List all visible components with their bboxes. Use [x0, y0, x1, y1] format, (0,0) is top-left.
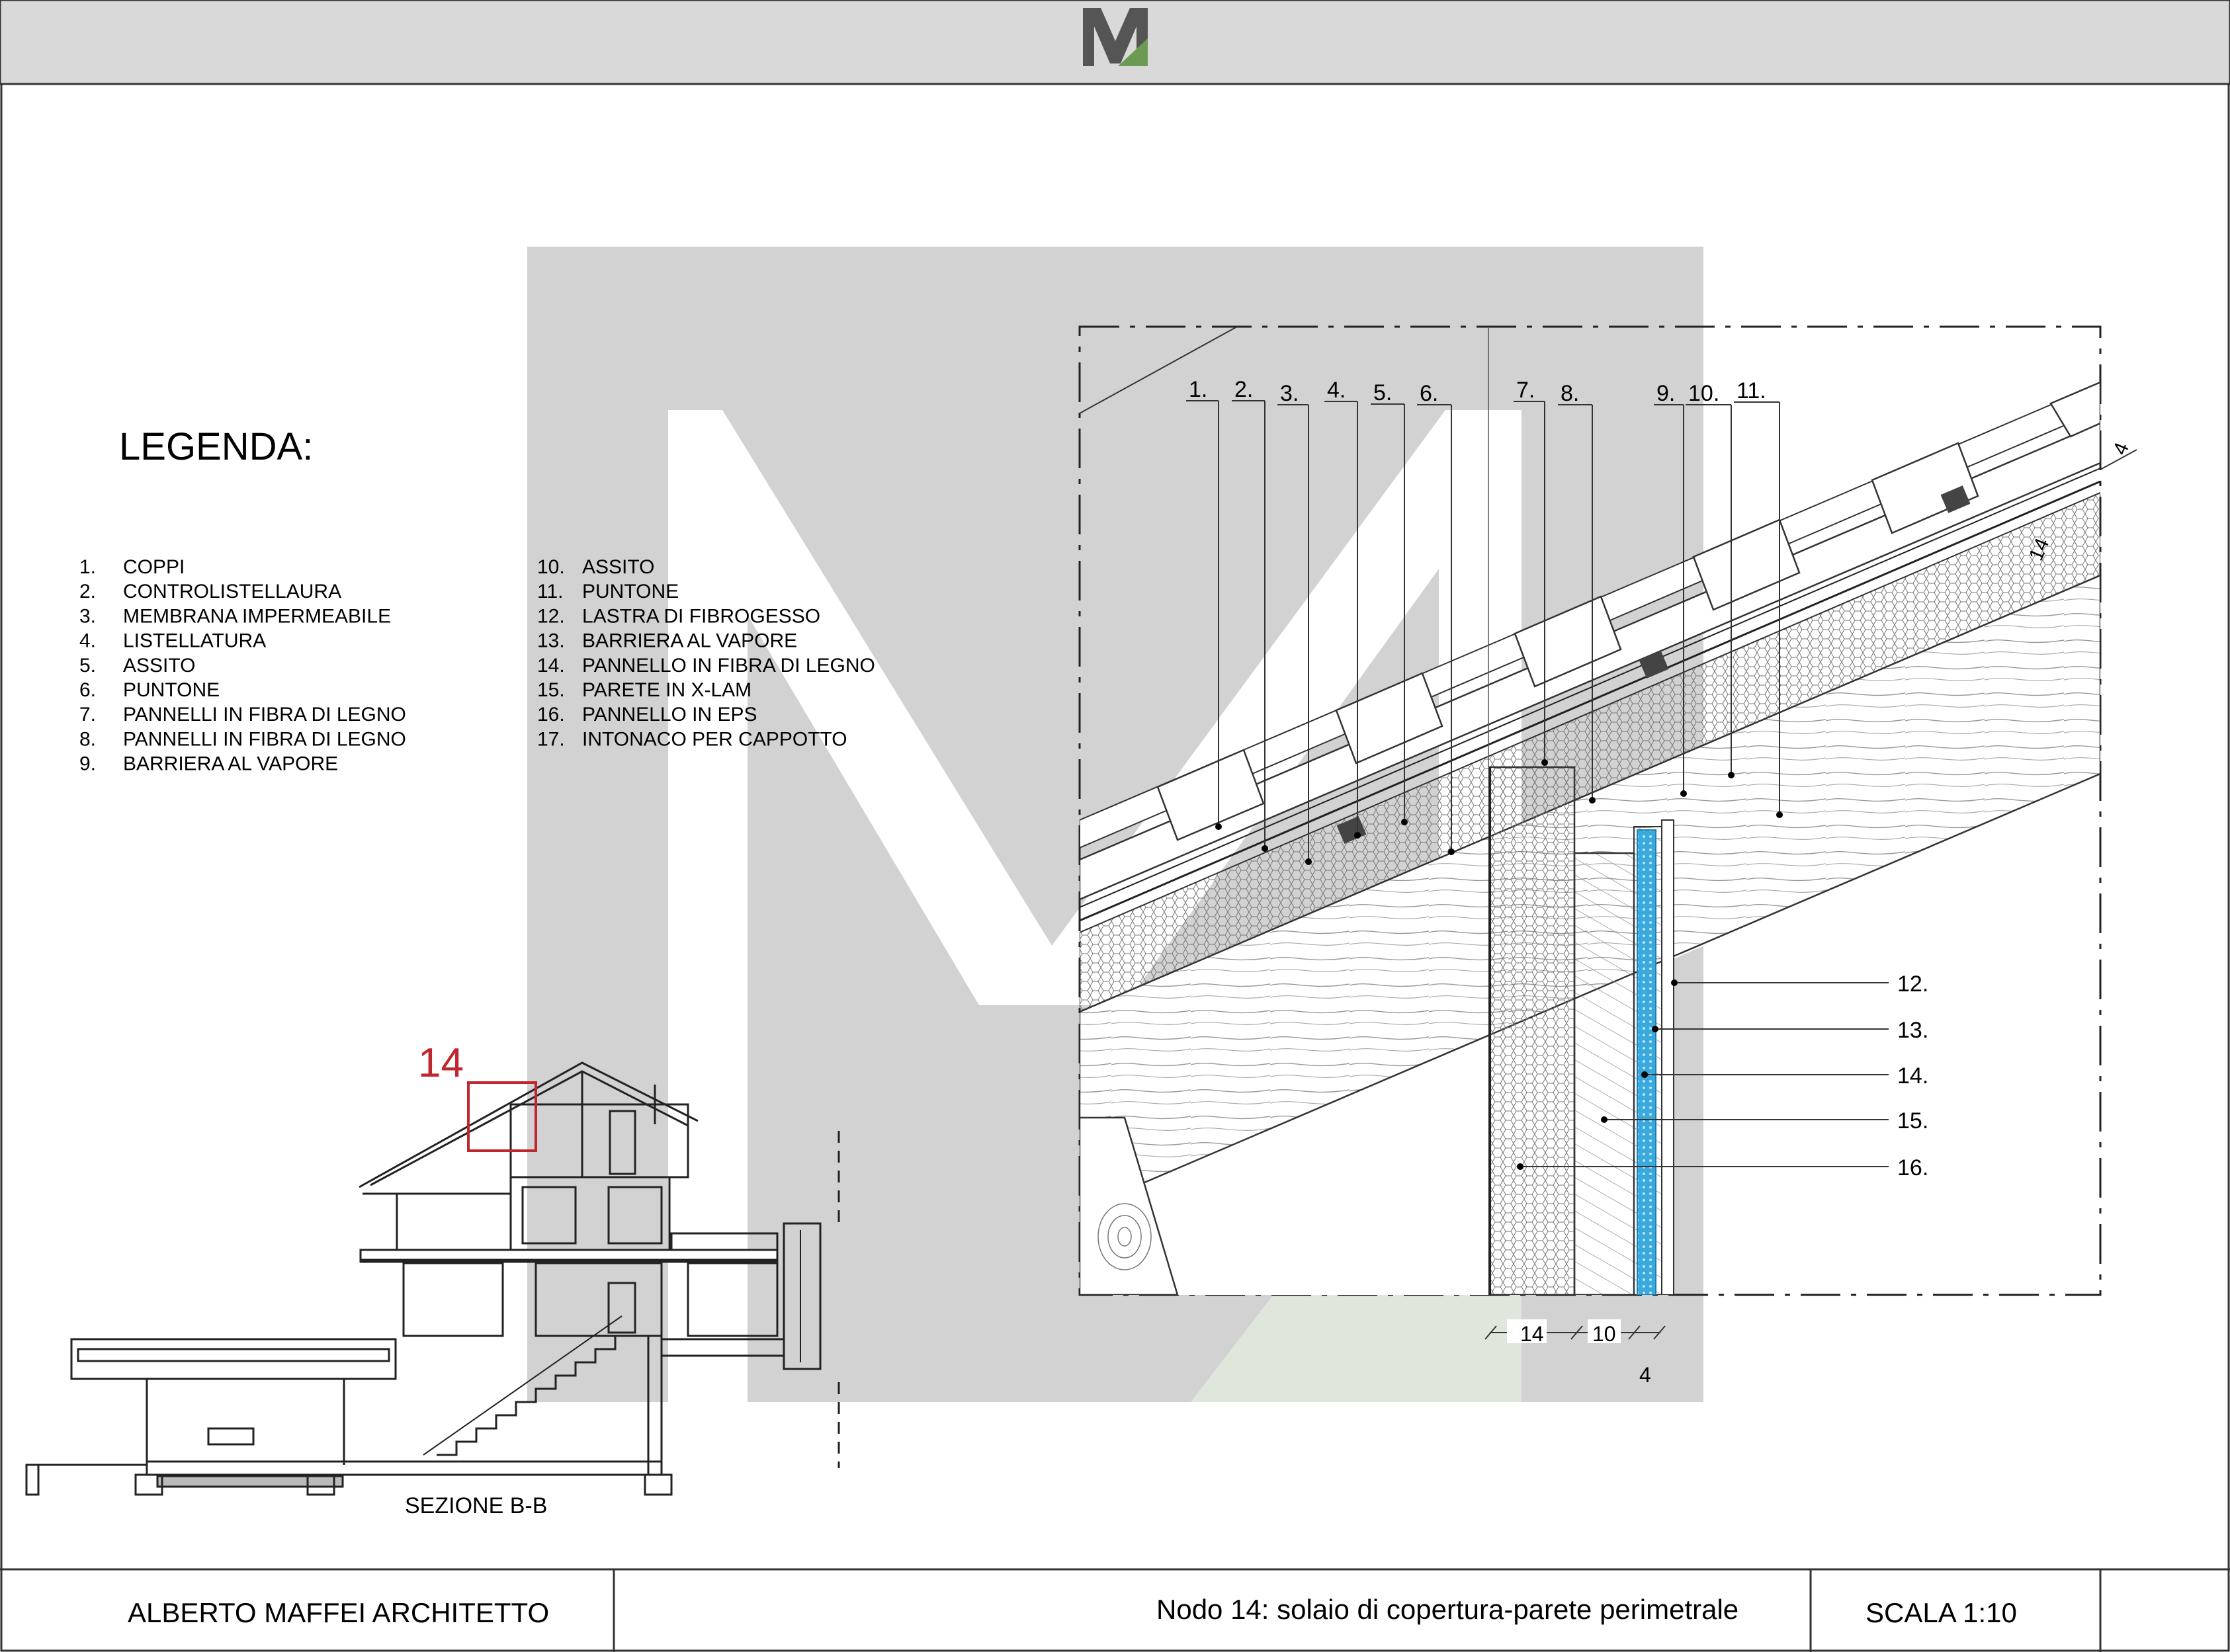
node-marker-label: 14: [418, 1040, 464, 1086]
callout-dot: [1601, 1116, 1608, 1123]
callout-label: 11.: [1737, 378, 1766, 403]
legend-item-label: PUNTONE: [123, 679, 220, 701]
callout-dot: [1671, 979, 1678, 986]
callout-label: 2.: [1234, 377, 1253, 402]
callout-dot: [1215, 823, 1222, 830]
legend-item-number: 7.: [79, 704, 96, 725]
callout-dot: [1448, 848, 1455, 855]
callout-label: 1.: [1189, 377, 1207, 402]
drawing-title: Nodo 14: solaio di copertura-parete peri…: [1156, 1594, 1738, 1625]
callout-dot: [1641, 1071, 1648, 1078]
drawing-scale: SCALA 1:10: [1865, 1597, 2017, 1628]
callout-dot: [1680, 790, 1687, 797]
callout-dot: [1728, 772, 1735, 778]
dim-xlam: 10: [1592, 1322, 1616, 1346]
legend-item-number: 15.: [537, 679, 565, 701]
author-name: ALBERTO MAFFEI ARCHITETTO: [128, 1597, 549, 1628]
callout-label: 15.: [1897, 1108, 1928, 1134]
legend-item-label: PANNELLI IN FIBRA DI LEGNO: [123, 728, 406, 750]
node-marker-box: [467, 1081, 537, 1152]
legend-title: LEGENDA:: [119, 425, 313, 468]
callout-label: 10.: [1688, 381, 1719, 406]
callout-dot: [1776, 811, 1783, 818]
dim-eps: 14: [1520, 1322, 1544, 1346]
legend-item-number: 12.: [537, 605, 565, 627]
legend-item-number: 13.: [537, 630, 565, 652]
legend-item-label: PARETE IN X-LAM: [582, 679, 751, 701]
legend-item-label: PANNELLO IN FIBRA DI LEGNO: [582, 655, 875, 677]
legend-item-label: MEMBRANA IMPERMEABILE: [123, 605, 391, 627]
legend-item-label: ASSITO: [582, 556, 654, 578]
callout-dot: [1652, 1026, 1658, 1032]
callout-dot: [1541, 759, 1548, 766]
legend-item-number: 8.: [79, 728, 96, 750]
legend-item-number: 10.: [537, 556, 565, 578]
legend-item-label: INTONACO PER CAPPOTTO: [582, 728, 847, 750]
callout-dot: [1589, 797, 1596, 804]
legend-item-label: LISTELLATURA: [123, 630, 266, 652]
technical-drawing-sheet: LEGENDA: 1. COPPI 2. CONTROLISTELLAURA 3. MEM…: [0, 0, 2230, 1652]
callout-label: 4.: [1327, 378, 1346, 403]
legend-item-label: LASTRA DI FIBROGESSO: [582, 605, 820, 627]
callout-dot: [1305, 858, 1312, 865]
legend-item-number: 6.: [79, 679, 96, 701]
roof-dim-a: 4: [2109, 439, 2133, 458]
callout-label: 7.: [1516, 378, 1535, 403]
legend-item-label: PUNTONE: [582, 581, 679, 602]
callout-label: 8.: [1561, 381, 1579, 406]
callout-label: 16.: [1897, 1155, 1928, 1180]
legend-item-label: CONTROLISTELLAURA: [123, 581, 341, 602]
legend-item-number: 11.: [537, 581, 563, 602]
callout-dot: [1517, 1163, 1523, 1170]
callout-dot: [1354, 832, 1361, 839]
legend-item-label: BARRIERA AL VAPORE: [582, 630, 797, 652]
legend-item-number: 4.: [79, 630, 96, 652]
legend-item-label: ASSITO: [123, 655, 195, 677]
section-label: SEZIONE B-B: [405, 1493, 547, 1518]
legend-item-number: 1.: [79, 556, 96, 578]
callout-dot: [1262, 845, 1268, 852]
callout-label: 13.: [1897, 1018, 1928, 1043]
legend-item-number: 17.: [537, 728, 565, 750]
callout-dot: [1401, 819, 1408, 825]
legend-item-label: PANNELLI IN FIBRA DI LEGNO: [123, 704, 406, 725]
callout-label: 12.: [1897, 971, 1928, 997]
legend-item-number: 3.: [79, 605, 96, 627]
legend-item-label: PANNELLO IN EPS: [582, 704, 757, 725]
callout-label: 5.: [1373, 380, 1392, 405]
legend-item-number: 2.: [79, 581, 96, 602]
callout-label: 6.: [1420, 381, 1438, 406]
legend-item-number: 9.: [79, 753, 96, 775]
dim-fiber: 4: [1639, 1363, 1651, 1387]
legend-item-number: 14.: [537, 655, 565, 677]
legend-item-number: 16.: [537, 704, 565, 725]
legend-item-label: COPPI: [123, 556, 185, 578]
legend-item-number: 5.: [79, 655, 96, 677]
callout-label: 14.: [1897, 1063, 1928, 1089]
callout-label: 9.: [1656, 381, 1675, 406]
legend-item-label: BARRIERA AL VAPORE: [123, 753, 338, 775]
callout-label: 3.: [1280, 381, 1299, 406]
